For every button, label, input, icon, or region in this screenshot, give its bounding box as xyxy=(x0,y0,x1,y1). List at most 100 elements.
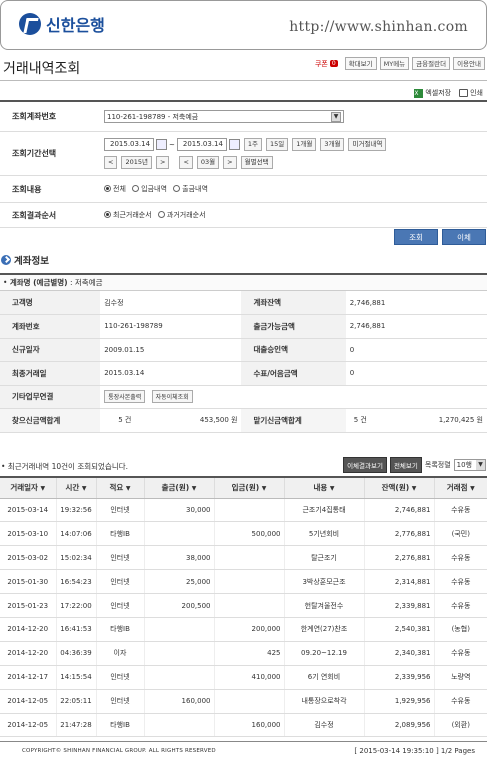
tx-branch: (외환) xyxy=(433,713,487,738)
radio-checked-icon xyxy=(104,211,111,219)
auto-transfer-button[interactable]: 자동이체조회 xyxy=(151,390,193,404)
account-select[interactable]: 110-261-198789 - 저축예금 ▼ xyxy=(104,110,344,123)
content-deposit-radio[interactable]: 입금내역 xyxy=(132,184,167,194)
transfer-button[interactable]: 이체 xyxy=(442,229,486,245)
order-recent-radio[interactable]: 최근거래순서 xyxy=(104,210,152,220)
tx-balance: 2,776,881 xyxy=(363,521,434,547)
sort-down-icon: ▼ xyxy=(125,485,131,493)
quick-3months-button[interactable]: 3개월 xyxy=(320,138,345,151)
tx-deposit xyxy=(213,569,284,595)
tx-date: 2015-03-10 xyxy=(0,521,56,547)
content-withdraw-radio[interactable]: 출금내역 xyxy=(173,184,208,194)
deposit-total-label: 맡기신금액합계 xyxy=(241,408,346,433)
passbook-copy-button[interactable]: 통장사본출력 xyxy=(104,390,146,404)
tx-deposit: 160,000 xyxy=(213,713,284,738)
excel-icon: X xyxy=(414,88,424,98)
coupon-link[interactable]: 쿠폰 0 xyxy=(315,59,338,69)
last-transaction-value: 2015.03.14 xyxy=(100,361,242,386)
tx-balance: 2,746,881 xyxy=(363,498,434,523)
view-all-button[interactable]: 전체보기 xyxy=(389,457,422,473)
order-row: 조회결과순서 최근거래순서 과거거래순서 xyxy=(0,203,487,228)
tx-time: 14:07:06 xyxy=(55,521,96,547)
tx-date: 2015-03-02 xyxy=(0,545,56,571)
my-menu-button[interactable]: MY메뉴 xyxy=(379,57,410,70)
tx-branch: 수유동 xyxy=(433,498,487,523)
quick-1month-button[interactable]: 1개월 xyxy=(292,138,317,151)
usage-guide-button[interactable]: 이용안내 xyxy=(453,57,485,70)
balance-label: 계좌잔액 xyxy=(241,291,346,315)
month-select[interactable]: 03월 xyxy=(196,156,220,169)
calendar-icon[interactable] xyxy=(156,139,167,150)
customer-name-value: 김수정 xyxy=(100,291,242,315)
withdraw-amount: 453,500 원 xyxy=(199,416,238,425)
quick-1week-button[interactable]: 1주 xyxy=(243,138,262,151)
table-row[interactable]: 2014-12-20 04:36:39 이자 425 09.20~12.19 2,340,… xyxy=(0,641,487,666)
finance-dictionary-button[interactable]: 금융절란더 xyxy=(412,57,451,70)
tx-branch: 수유동 xyxy=(433,689,487,714)
col-date[interactable]: 거래일자 ▼ xyxy=(0,476,56,499)
rows-select[interactable]: 10행 ▼ xyxy=(453,459,486,471)
tx-balance: 2,276,881 xyxy=(363,545,434,571)
order-past-label: 과거거래순서 xyxy=(166,210,206,219)
account-info-row: 고객명 김수정 계좌잔액 2,746,881 xyxy=(0,291,487,315)
save-print-bar: X 엑셀저장 인쇄 xyxy=(414,88,483,98)
tx-branch: (농협) xyxy=(433,617,487,642)
zoom-button[interactable]: 확대보기 xyxy=(344,57,377,70)
table-row[interactable]: 2014-12-17 14:15:54 인터넷 410,000 6기 연회비 2,339,… xyxy=(0,665,487,690)
content-all-radio[interactable]: 전체 xyxy=(104,184,126,194)
tx-time: 17:22:00 xyxy=(55,593,96,618)
transfer-result-button[interactable]: 이체결과보기 xyxy=(343,457,387,473)
tx-summary: 인터넷 xyxy=(95,593,144,618)
table-row[interactable]: 2014-12-05 22:05:11 인터넷 160,000 내통장으로착각 1,929… xyxy=(0,689,487,714)
content-label: 조회내용 xyxy=(12,184,42,194)
col-content[interactable]: 내용 ▼ xyxy=(283,476,364,499)
order-past-radio[interactable]: 과거거래순서 xyxy=(157,210,206,220)
tx-balance: 2,339,956 xyxy=(363,665,434,690)
chevron-down-icon: ▼ xyxy=(331,111,341,122)
withdraw-total-cell: 5 건 453,500 원 xyxy=(100,408,242,433)
tx-time: 19:32:56 xyxy=(55,498,96,523)
save-excel-button[interactable]: X 엑셀저장 xyxy=(414,88,451,98)
prev-year-button[interactable]: < xyxy=(104,156,118,169)
table-row[interactable]: 2015-03-10 14:07:06 타행IB 500,000 5기년회비 2,776,… xyxy=(0,521,487,547)
table-row[interactable]: 2015-01-23 17:22:00 인터넷 200,500 헌탈겨울전수 2,339,… xyxy=(0,593,487,618)
other-services-label: 기타업무연결 xyxy=(0,385,101,409)
radio-checked-icon xyxy=(104,185,111,193)
prev-month-button[interactable]: < xyxy=(179,156,193,169)
year-select[interactable]: 2015년 xyxy=(121,156,152,169)
tx-date: 2014-12-20 xyxy=(0,617,56,642)
tx-summary: 타행IB xyxy=(95,617,144,642)
month-select-button[interactable]: 월별선택 xyxy=(240,156,273,169)
table-row[interactable]: 2015-03-14 19:32:56 인터넷 30,000 근조기4집통태 2,746,… xyxy=(0,498,487,523)
col-withdraw[interactable]: 출금(원) ▼ xyxy=(143,476,214,499)
col-branch[interactable]: 거래점 ▼ xyxy=(433,476,487,499)
table-row[interactable]: 2015-03-02 15:02:34 인터넷 38,000 탈근조기 2,276,881… xyxy=(0,545,487,571)
col-balance[interactable]: 잔액(원) ▼ xyxy=(363,476,434,499)
next-year-button[interactable]: > xyxy=(155,156,170,169)
calendar-icon[interactable] xyxy=(228,139,240,150)
account-info-title: 계좌정보 xyxy=(14,256,49,267)
tx-withdraw xyxy=(143,521,214,547)
date-from-input[interactable]: 2015.03.14 xyxy=(104,138,154,151)
date-to-input[interactable]: 2015.03.14 xyxy=(176,138,227,151)
tx-content: 한계연(27)찬조 xyxy=(283,617,364,642)
save-excel-label: 엑셀저장 xyxy=(425,89,452,97)
table-row[interactable]: 2014-12-20 16:41:53 타행IB 200,000 한계연(27)찬조 2,… xyxy=(0,617,487,642)
table-row[interactable]: 2015-01-30 16:54:23 인터넷 25,000 3박상훈모근조 2,314,… xyxy=(0,569,487,595)
account-info-table: 고객명 김수정 계좌잔액 2,746,881 계좌번호 110-261-1987… xyxy=(0,291,487,433)
col-deposit[interactable]: 입금(원) ▼ xyxy=(213,476,284,499)
col-time[interactable]: 시간 ▼ xyxy=(55,476,96,499)
tx-content: 탈근조기 xyxy=(283,545,364,571)
account-row: 조회계좌번호 110-261-198789 - 저축예금 ▼ xyxy=(0,102,487,132)
print-button[interactable]: 인쇄 xyxy=(459,88,483,98)
tx-date: 2015-01-30 xyxy=(0,569,56,595)
bank-logo[interactable]: 신한은행 xyxy=(19,12,105,36)
table-row[interactable]: 2014-12-05 21:47:28 타행IB 160,000 김수정 2,089,95… xyxy=(0,713,487,738)
tx-balance: 1,929,956 xyxy=(363,689,434,714)
quick-15days-button[interactable]: 15일 xyxy=(266,138,289,151)
unrejected-history-button[interactable]: 미거절내역 xyxy=(348,138,387,151)
search-button[interactable]: 조회 xyxy=(394,229,438,245)
tx-balance: 2,314,881 xyxy=(363,569,434,595)
col-summary[interactable]: 적요 ▼ xyxy=(95,476,144,499)
next-month-button[interactable]: > xyxy=(223,156,237,169)
